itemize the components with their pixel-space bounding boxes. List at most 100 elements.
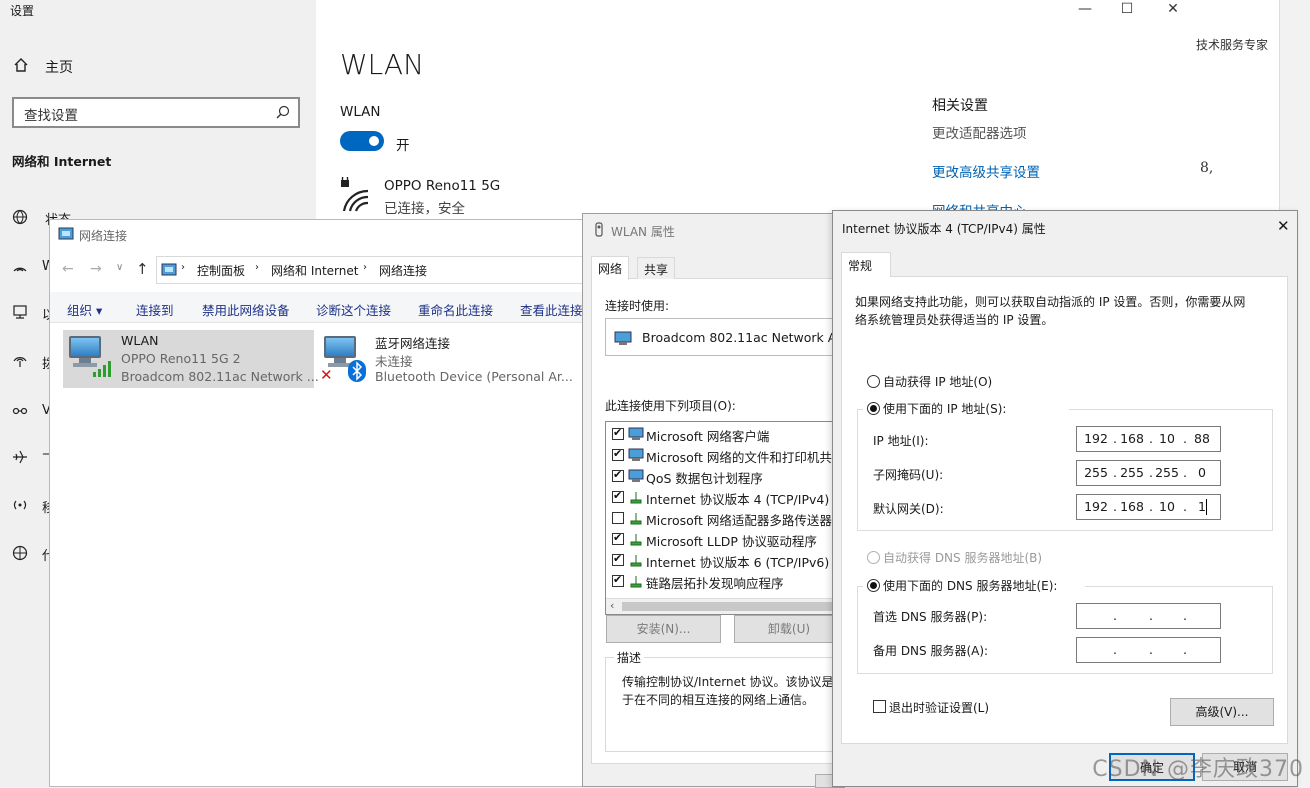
scrollbar-thumb[interactable] [622, 602, 832, 611]
service-icon [628, 469, 644, 483]
client-icon [628, 427, 644, 441]
checkbox[interactable] [612, 468, 624, 482]
wlan-toggle[interactable] [340, 131, 384, 151]
auto-ip-radio[interactable] [867, 375, 880, 388]
gateway-input[interactable]: 192 . 168 . 10 . 1 [1076, 494, 1221, 520]
validate-checkbox[interactable] [873, 700, 886, 713]
octet-dot-icon: . [1183, 608, 1187, 623]
manual-dns-label[interactable]: 使用下面的 DNS 服务器地址(E): [883, 577, 1057, 594]
checkbox[interactable] [612, 552, 624, 566]
item-label: Microsoft 网络适配器多路传送器协议 [646, 513, 845, 528]
manual-ip-radio[interactable] [867, 402, 880, 415]
octet: 255 [1155, 465, 1179, 480]
organize-button[interactable]: 组织 ▾ [67, 300, 102, 319]
breadcrumb[interactable]: › 控制面板 › 网络和 Internet › 网络连接 [156, 256, 596, 284]
adapter-item-bluetooth[interactable]: ✕ 蓝牙网络连接 未连接 Bluetooth Device (Personal … [318, 330, 590, 388]
rename-button[interactable]: 重命名此连接 [418, 300, 493, 319]
intro-text: 络系统管理员处获得适当的 IP 设置。 [855, 313, 1054, 327]
breadcrumb-item[interactable]: 控制面板 [197, 262, 245, 279]
item-label: Microsoft LLDP 协议驱动程序 [646, 534, 817, 549]
settings-search-input[interactable]: 查找设置 [12, 97, 300, 128]
manual-dns-radio[interactable] [867, 579, 880, 592]
install-button[interactable]: 安装(N)... [606, 615, 721, 643]
advanced-sharing-link[interactable]: 更改高级共享设置 [932, 161, 1040, 181]
home-icon [13, 57, 29, 73]
ipv4-properties-dialog: Internet 协议版本 4 (TCP/IPv4) 属性 ✕ 常规 如果网络支… [832, 210, 1298, 787]
breadcrumb-separator-icon: › [363, 262, 367, 273]
checkbox[interactable] [612, 447, 624, 461]
adapter-item-wlan[interactable]: WLAN OPPO Reno11 5G 2 Broadcom 802.11ac … [63, 330, 319, 388]
tab-label: 常规 [848, 259, 873, 273]
validate-label[interactable]: 退出时验证设置(L) [889, 699, 989, 716]
wifi-icon [12, 259, 28, 278]
globe-icon [12, 209, 28, 228]
ip-address-input[interactable]: 192 . 168 . 10 . 88 [1076, 426, 1221, 452]
tab-general[interactable]: 常规 [841, 252, 891, 277]
install-label: 安装(N)... [636, 622, 691, 636]
back-arrow-icon[interactable]: ← [62, 261, 74, 277]
description-group: 描述 传输控制协议/Internet 协议。该协议是 于在不同的相互连接的网络上… [605, 649, 845, 752]
preferred-dns-input[interactable]: . . . [1076, 603, 1221, 629]
network-folder-icon [58, 226, 74, 245]
octet-dot-icon: . [1149, 642, 1153, 657]
close-button[interactable]: ✕ [1150, 0, 1196, 20]
tab-network[interactable]: 网络 [591, 256, 630, 280]
subnet-mask-input[interactable]: 255 . 255 . 255 . 0 [1076, 460, 1221, 486]
protocol-icon [628, 574, 644, 588]
tab-sharing[interactable]: 共享 [637, 257, 676, 279]
auto-dns-radio[interactable] [867, 551, 880, 564]
disable-device-button[interactable]: 禁用此网络设备 [202, 300, 290, 319]
change-adapter-link[interactable]: 更改适配器选项 [932, 122, 1027, 142]
connect-to-button[interactable]: 连接到 [136, 300, 174, 319]
alternate-dns-input[interactable]: . . . [1076, 637, 1221, 663]
auto-ip-label[interactable]: 自动获得 IP 地址(O) [883, 373, 992, 390]
dialup-icon [12, 353, 28, 372]
network-status: 已连接，安全 [384, 201, 465, 217]
octet: 192 [1084, 431, 1108, 446]
diagnose-button[interactable]: 诊断这个连接 [316, 300, 391, 319]
auto-dns-label[interactable]: 自动获得 DNS 服务器地址(B) [883, 549, 1042, 566]
octet: 0 [1198, 465, 1206, 480]
octet: 168 [1120, 499, 1144, 514]
network-connections-window: 网络连接 ← → ∨ ↑ › 控制面板 › 网络和 Internet › 网络连… [49, 219, 596, 787]
sidebar-item-home[interactable]: 主页 [45, 57, 73, 77]
octet-dot-icon: . [1149, 608, 1153, 623]
manual-ip-label[interactable]: 使用下面的 IP 地址(S): [883, 400, 1006, 417]
breadcrumb-item[interactable]: 网络和 Internet [271, 262, 358, 279]
items-label: 此连接使用下列项目(O): [605, 399, 736, 413]
connection-items-list[interactable]: Microsoft 网络客户端 Microsoft 网络的文件和打印机共享 Qo… [605, 421, 845, 615]
up-arrow-icon[interactable]: ↑ [136, 260, 149, 278]
protocol-icon [628, 532, 644, 546]
checkbox[interactable] [612, 531, 624, 545]
advanced-label: 高级(V)... [1195, 705, 1249, 719]
netconn-title: 网络连接 [79, 229, 128, 243]
ethernet-icon [12, 304, 28, 323]
adapter-name: WLAN [121, 333, 159, 348]
advanced-button[interactable]: 高级(V)... [1170, 698, 1274, 726]
checkbox[interactable] [612, 426, 624, 440]
alternate-dns-label: 备用 DNS 服务器(A): [873, 644, 989, 658]
text-cursor [1206, 499, 1207, 515]
vpn-icon [12, 403, 28, 422]
network-name[interactable]: OPPO Reno11 5G [384, 178, 500, 194]
minimize-button[interactable]: — [1062, 0, 1108, 20]
breadcrumb-separator-icon: › [255, 262, 259, 273]
tab-label: 网络 [598, 262, 623, 276]
adapter-device: Broadcom 802.11ac Network ... [121, 369, 319, 384]
breadcrumb-item[interactable]: 网络连接 [379, 262, 427, 279]
forward-arrow-icon[interactable]: → [90, 261, 102, 277]
browser-text-2: 8, [1200, 160, 1214, 176]
checkbox[interactable] [612, 512, 624, 524]
close-icon[interactable]: ✕ [1277, 217, 1290, 235]
scroll-left-icon[interactable]: ‹ [610, 599, 614, 612]
history-chevron-icon[interactable]: ∨ [116, 262, 123, 273]
uninstall-button[interactable]: 卸载(U) [734, 615, 844, 643]
maximize-button[interactable]: ☐ [1104, 0, 1150, 20]
checkbox[interactable] [612, 573, 624, 587]
checkbox[interactable] [612, 489, 624, 503]
octet: 255 [1084, 465, 1108, 480]
octet: 10 [1159, 499, 1175, 514]
horizontal-scrollbar[interactable]: ‹ [606, 598, 844, 614]
adapter-display: Broadcom 802.11ac Network Ad [605, 318, 845, 356]
octet: 255 [1120, 465, 1144, 480]
